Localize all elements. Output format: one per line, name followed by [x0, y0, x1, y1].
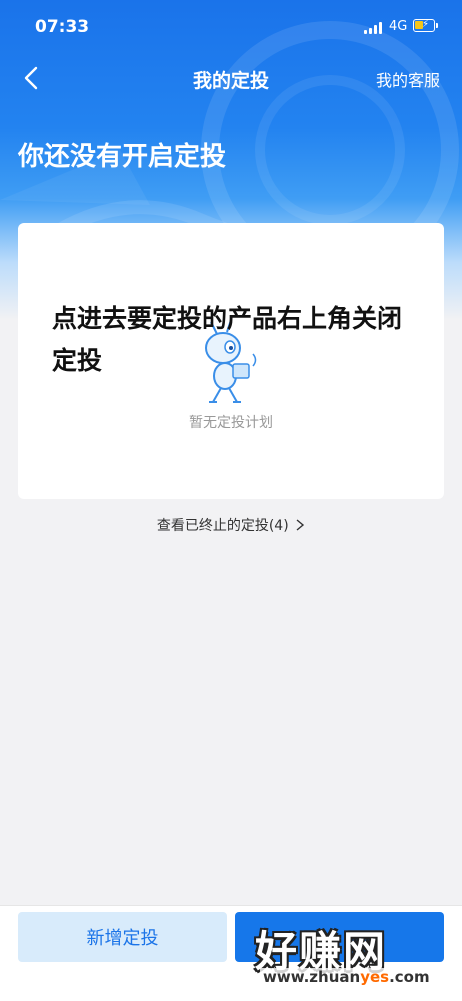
status-time: 07:33 — [35, 17, 90, 37]
customer-service-link[interactable]: 我的客服 — [376, 67, 440, 91]
empty-state-text: 暂无定投计划 — [189, 415, 273, 431]
signal-icon — [364, 22, 384, 34]
hero-title: 你还没有开启定投 — [18, 142, 227, 172]
add-plan-button[interactable]: 新增定投 — [18, 912, 227, 962]
watermark-url: www.zhuanyes.com — [260, 968, 433, 986]
battery-icon: ⚡ — [413, 19, 435, 32]
terminated-plans-label: 查看已终止的定投(4) — [156, 518, 289, 534]
terminated-plans-link[interactable]: 查看已终止的定投(4) — [0, 515, 462, 535]
chevron-right-icon — [296, 519, 305, 531]
network-type: 4G — [389, 19, 408, 34]
annotation-text: 点进去要定投的产品右上角关闭定投 — [52, 304, 403, 375]
status-bar: 07:33 4G ⚡ — [0, 0, 462, 56]
